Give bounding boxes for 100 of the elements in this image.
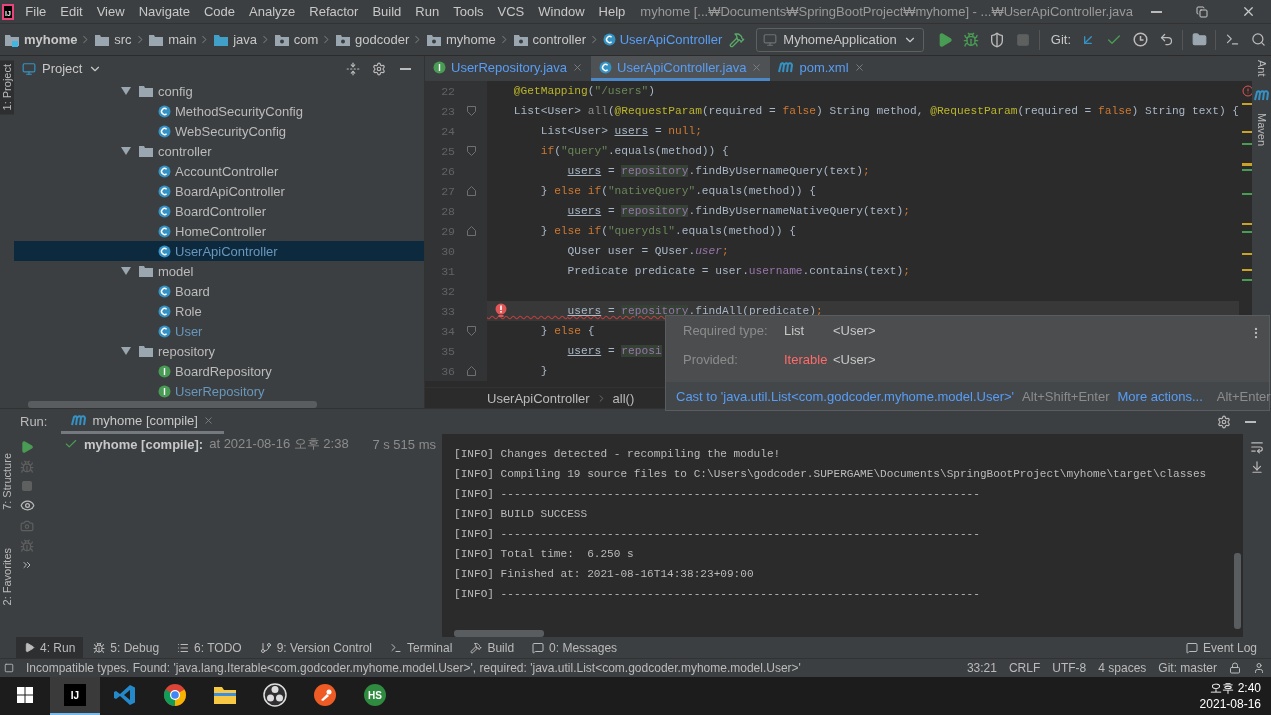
shortcut: Alt+Enter — [1216, 388, 1271, 404]
breadcrumb[interactable]: com — [271, 32, 321, 47]
rerun-icon[interactable] — [20, 440, 34, 454]
type-name: List — [784, 323, 806, 338]
editor-tab[interactable]: UserApiController.java — [591, 56, 771, 81]
scroll-to-end-icon[interactable] — [1250, 460, 1264, 474]
fold-icon[interactable] — [466, 146, 476, 156]
editor-tab[interactable]: UserRepository.java — [425, 56, 592, 81]
tree-item[interactable]: repository — [14, 341, 424, 361]
menu-item[interactable]: Code — [196, 4, 243, 19]
scrollbar-thumb[interactable] — [454, 630, 544, 637]
breadcrumb[interactable]: myhome — [2, 32, 80, 47]
tree-item[interactable]: controller — [14, 141, 424, 161]
expand-arrow-icon[interactable] — [121, 147, 131, 155]
menu-item[interactable]: VCS — [490, 4, 532, 19]
tree-item[interactable]: Role — [14, 301, 424, 321]
breadcrumb[interactable]: godcoder — [333, 32, 412, 47]
expand-arrow-icon[interactable] — [121, 347, 131, 355]
close-icon[interactable] — [202, 414, 214, 426]
taskbar-app[interactable]: HS — [350, 677, 400, 715]
scrollbar-thumb[interactable] — [1234, 553, 1241, 629]
tool-window-button[interactable]: Build — [462, 637, 523, 658]
menu-item[interactable]: Run — [408, 4, 447, 19]
class-icon — [158, 104, 171, 118]
run-config-dropdown[interactable]: MyhomeApplication — [756, 27, 924, 52]
close-icon[interactable] — [853, 61, 865, 73]
tool-window-tab[interactable]: 1: Project — [0, 60, 14, 115]
close-icon[interactable] — [572, 61, 584, 73]
error-bulb-icon[interactable] — [495, 303, 507, 318]
tree-item[interactable]: UserApiController — [14, 241, 424, 261]
editor-tab[interactable]: pom.xml — [770, 56, 873, 81]
close-icon[interactable] — [751, 61, 763, 73]
breadcrumb[interactable]: UserApiController — [487, 390, 590, 406]
menu-item[interactable]: Refactor — [302, 4, 366, 19]
tree-item[interactable]: MethodSecurityConfig — [14, 101, 424, 121]
menu-item[interactable]: Help — [591, 4, 633, 19]
event-log-button[interactable]: Event Log — [1177, 637, 1265, 658]
fold-icon[interactable] — [466, 326, 476, 336]
menu-item[interactable]: Tools — [446, 4, 491, 19]
tool-window-button[interactable]: 0: Messages — [524, 637, 626, 658]
tool-window-button[interactable]: 9: Version Control — [251, 637, 381, 658]
menu-item[interactable]: Edit — [53, 4, 90, 19]
menu-item[interactable]: File — [18, 4, 54, 19]
tool-window-tab[interactable]: Maven — [1255, 112, 1268, 146]
menu-item[interactable]: Window — [531, 4, 592, 19]
breadcrumb[interactable]: src — [92, 32, 134, 47]
tool-window-tab[interactable]: 7: Structure — [0, 449, 14, 514]
tree-item[interactable]: BoardController — [14, 201, 424, 221]
more-actions-link[interactable]: More actions... — [1117, 388, 1203, 404]
tool-window-button[interactable]: 5: Debug — [85, 637, 168, 658]
menu-item[interactable]: View — [89, 4, 132, 19]
tool-window-tab[interactable]: 2: Favorites — [0, 543, 14, 610]
build-task-row[interactable]: myhome [compile]: at 2021-08-16 오후 2:38 7 s 515 ms — [40, 434, 442, 454]
fold-icon[interactable] — [466, 226, 476, 236]
tree-item[interactable]: model — [14, 261, 424, 281]
tree-item[interactable]: AccountController — [14, 161, 424, 181]
status-item[interactable]: UTF-8 — [1052, 661, 1087, 675]
quick-fix-link[interactable]: Cast to 'java.util.List<com.godcoder.myhome.model.User>' — [676, 388, 1015, 404]
status-item[interactable]: CRLF — [1008, 661, 1041, 675]
tree-item[interactable]: UserRepository — [14, 381, 424, 400]
breadcrumb[interactable]: main — [146, 32, 199, 47]
breadcrumb[interactable]: UserApiController — [600, 32, 725, 47]
lock-icon[interactable] — [1229, 662, 1241, 674]
breadcrumb[interactable]: java — [211, 32, 259, 47]
more-icon[interactable] — [21, 559, 33, 571]
soft-wrap-icon[interactable] — [1250, 440, 1264, 454]
project-view-selector[interactable]: Project — [22, 61, 103, 76]
person-icon[interactable] — [1253, 662, 1265, 674]
menu-item[interactable]: Navigate — [131, 4, 197, 19]
tree-item[interactable]: config — [14, 81, 424, 101]
breadcrumb[interactable]: controller — [510, 32, 588, 47]
check-icon — [64, 437, 78, 451]
tool-window-button[interactable]: Terminal — [382, 637, 461, 658]
scrollbar-thumb[interactable] — [28, 400, 317, 408]
panel-icon[interactable] — [4, 663, 14, 673]
tool-window-tab[interactable]: Ant — [1255, 60, 1268, 77]
status-item[interactable]: 33:21 — [966, 661, 997, 675]
expand-arrow-icon[interactable] — [121, 87, 131, 95]
eye-icon[interactable] — [19, 498, 35, 513]
breadcrumb[interactable]: all() — [612, 390, 635, 406]
tree-item[interactable]: HomeController — [14, 221, 424, 241]
status-item[interactable]: Git: master — [1158, 661, 1217, 675]
tree-item[interactable]: User — [14, 321, 424, 341]
error-icon[interactable] — [1242, 85, 1252, 97]
fold-icon[interactable] — [466, 186, 476, 196]
expand-arrow-icon[interactable] — [121, 267, 131, 275]
hammer-icon — [729, 31, 746, 48]
menu-item[interactable]: Analyze — [242, 4, 303, 19]
tree-item[interactable]: BoardApiController — [14, 181, 424, 201]
tree-item[interactable]: WebSecurityConfig — [14, 121, 424, 141]
fold-icon[interactable] — [466, 106, 476, 116]
menu-item[interactable]: Build — [365, 4, 409, 19]
tool-window-button[interactable]: 4: Run — [16, 637, 84, 658]
status-item[interactable]: 4 spaces — [1098, 661, 1147, 675]
tool-window-button[interactable]: 6: TODO — [169, 637, 250, 658]
tree-item[interactable]: Board — [14, 281, 424, 301]
taskbar-app[interactable]: IJ — [50, 677, 100, 715]
breadcrumb[interactable]: myhome — [423, 32, 498, 47]
tree-item[interactable]: BoardRepository — [14, 361, 424, 381]
fold-icon[interactable] — [466, 366, 476, 376]
